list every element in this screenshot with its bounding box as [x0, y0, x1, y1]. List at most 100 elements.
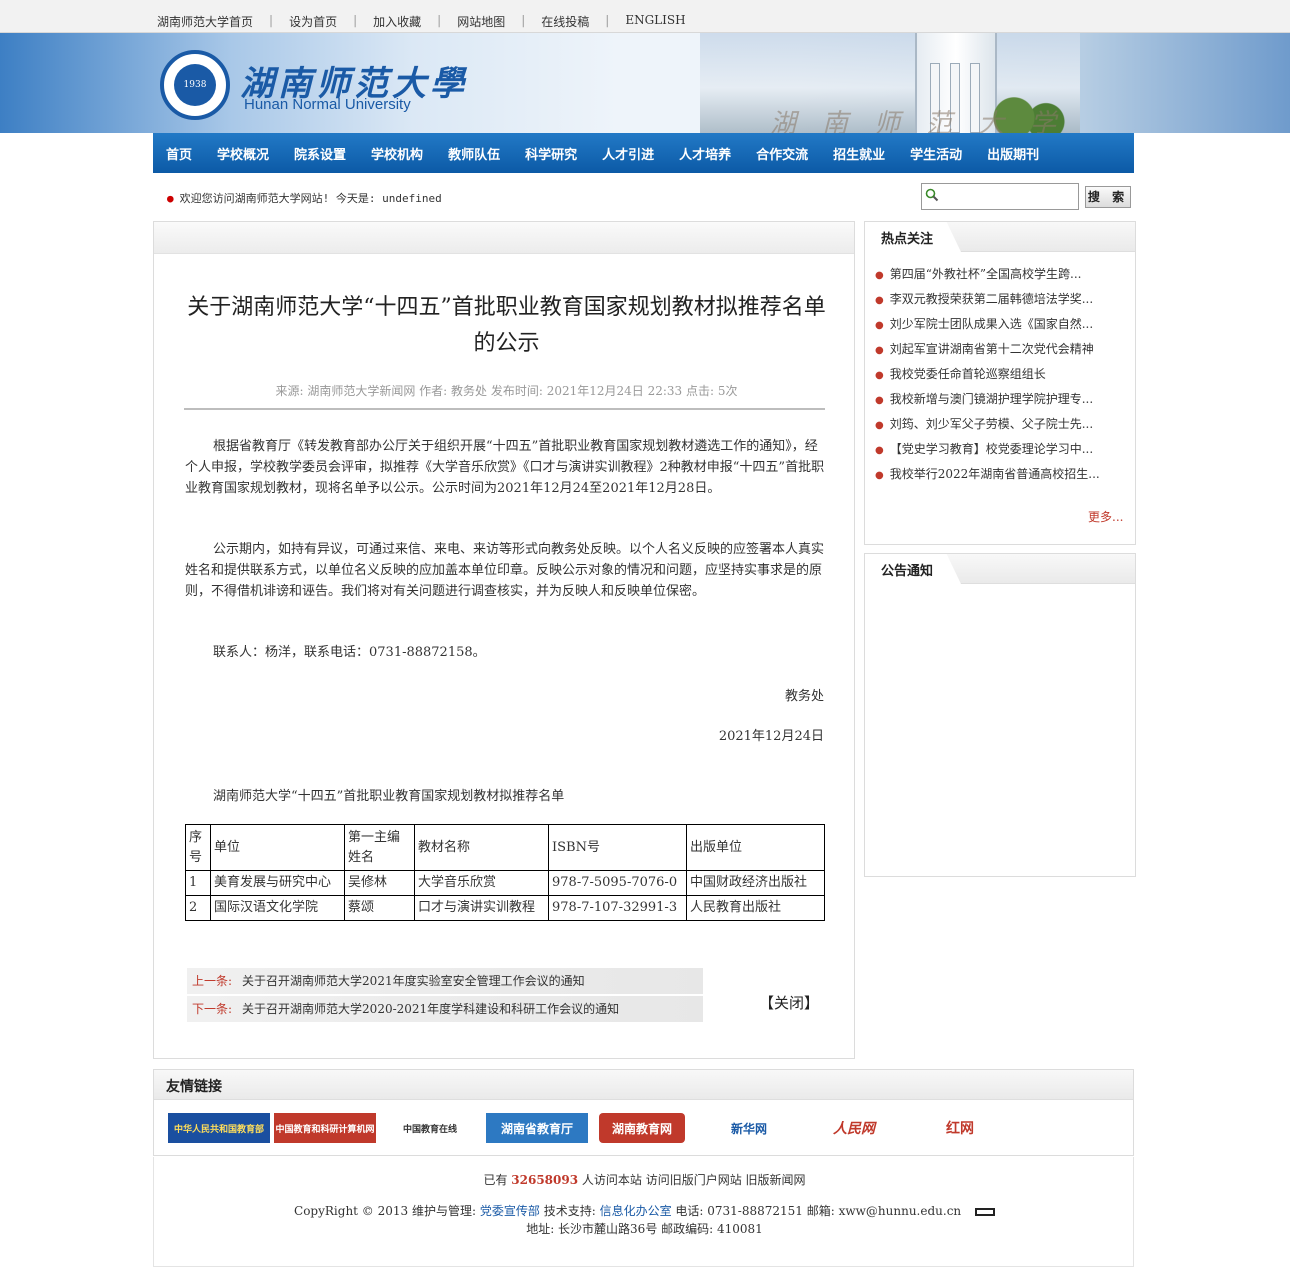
- nav-item-admission[interactable]: 招生就业: [820, 144, 885, 163]
- article-contact: 联系人：杨洋，联系电话：0731-88872158。: [213, 645, 486, 660]
- table-header-cell: ISBN号: [548, 824, 687, 871]
- link-people-logo[interactable]: 人民网: [809, 1113, 899, 1143]
- bullet-icon: ●: [875, 395, 884, 406]
- bullet-icon: ●: [875, 420, 884, 431]
- link-moe-logo[interactable]: 中华人民共和国教育部: [168, 1113, 270, 1143]
- top-link-home[interactable]: 湖南师范大学首页: [157, 13, 253, 30]
- list-item[interactable]: ● 刘少军院士团队成果入选《国家自然...: [875, 315, 1093, 332]
- bullet-icon: ●: [875, 470, 884, 481]
- table-cell: 国际汉语文化学院: [210, 895, 345, 921]
- table-title: 湖南师范大学“十四五”首批职业教育国家规划教材拟推荐名单: [213, 789, 565, 804]
- search-button[interactable]: 搜 索: [1085, 186, 1131, 208]
- prev-article-link[interactable]: 上一条: 关于召开湖南师范大学2021年度实验室安全管理工作会议的通知: [187, 968, 703, 994]
- search-input[interactable]: [921, 183, 1079, 210]
- nav-item-journals[interactable]: 出版期刊: [974, 144, 1039, 163]
- nav-item-student-activities[interactable]: 学生活动: [897, 144, 962, 163]
- list-item[interactable]: ● 【党史学习教育】校党委理论学习中...: [875, 440, 1093, 457]
- maintainer-link[interactable]: 党委宣传部: [480, 1204, 540, 1218]
- footer: 已有 32658093 人访问本站 访问旧版门户网站 旧版新闻网 CopyRig…: [153, 1157, 1134, 1267]
- article-meta: 来源: 湖南师范大学新闻网 作者: 教务处 发布时间: 2021年12月24日 …: [275, 384, 738, 398]
- bullet-icon: ●: [875, 320, 884, 331]
- top-link-set-home[interactable]: 设为首页: [289, 13, 337, 30]
- table-row: 1 美育发展与研究中心 吴修林 大学音乐欣赏 978-7-5095-7076-0…: [185, 870, 825, 896]
- top-link-submit[interactable]: 在线投稿: [541, 13, 589, 30]
- table-cell: 2: [185, 895, 211, 921]
- table-cell: 中国财政经济出版社: [686, 870, 825, 896]
- list-item[interactable]: ● 我校党委任命首轮巡察组组长: [875, 365, 1046, 382]
- table-cell: 1: [185, 870, 211, 896]
- copyright-line: CopyRight © 2013 维护与管理: 党委宣传部 技术支持: 信息化办…: [154, 1202, 1135, 1219]
- list-item[interactable]: ● 我校新增与澳门镜湖护理学院护理专...: [875, 390, 1093, 407]
- bullet-icon: ●: [875, 445, 884, 456]
- link-rednet-logo[interactable]: 红网: [916, 1113, 1004, 1143]
- table-cell: 口才与演讲实训教程: [414, 895, 549, 921]
- address-line: 地址: 长沙市麓山路36号 邮政编码: 410081: [526, 1222, 763, 1236]
- bullet-icon: ●: [875, 295, 884, 306]
- logo-english-name: Hunan Normal University: [244, 96, 411, 113]
- nav-item-home[interactable]: 首页: [153, 144, 192, 163]
- notices-title: 公告通知: [865, 554, 961, 584]
- friend-links-title: 友情链接: [154, 1070, 1133, 1100]
- tech-support-link[interactable]: 信息化办公室: [600, 1204, 672, 1218]
- top-links: 湖南师范大学首页 | 设为首页 | 加入收藏 | 网站地图 | 在线投稿 | E…: [157, 13, 686, 30]
- more-link[interactable]: 更多...: [1088, 508, 1123, 525]
- email-icon: [974, 1207, 995, 1216]
- close-button[interactable]: 【关闭】: [759, 992, 819, 1013]
- next-article-link[interactable]: 下一条: 关于召开湖南师范大学2020-2021年度学科建设和科研工作会议的通知: [187, 996, 703, 1022]
- nav-item-organizations[interactable]: 学校机构: [358, 144, 423, 163]
- top-bar: 湖南师范大学首页 | 设为首页 | 加入收藏 | 网站地图 | 在线投稿 | E…: [0, 0, 1290, 33]
- table-header-cell: 教材名称: [414, 824, 549, 871]
- table-header-cell: 第一主编姓名: [344, 824, 415, 871]
- bullet-icon: ●: [875, 270, 884, 281]
- university-seal-logo[interactable]: 1938: [160, 50, 230, 120]
- divider: [184, 408, 825, 410]
- nav-item-talent-recruit[interactable]: 人才引进: [589, 144, 654, 163]
- table-cell: 蔡颂: [344, 895, 415, 921]
- list-item[interactable]: ● 刘起军宣讲湖南省第十二次党代会精神: [875, 340, 1094, 357]
- table-cell: 978-7-107-32991-3: [548, 895, 687, 921]
- table-header-cell: 单位: [210, 824, 345, 871]
- table-cell: 978-7-5095-7076-0: [548, 870, 687, 896]
- article-signer: 教务处: [784, 689, 824, 704]
- table-cell: 大学音乐欣赏: [414, 870, 549, 896]
- visit-counter: 已有 32658093 人访问本站 访问旧版门户网站 旧版新闻网: [483, 1173, 806, 1187]
- nav-item-faculty[interactable]: 教师队伍: [435, 144, 500, 163]
- top-link-sitemap[interactable]: 网站地图: [457, 13, 505, 30]
- hot-topics-panel: 热点关注 ● 第四届“外教社杯”全国高校学生跨... ● 李双元教授荣获第二届韩德培…: [864, 221, 1136, 545]
- nav-item-cooperation[interactable]: 合作交流: [743, 144, 808, 163]
- table-header-cell: 序号: [185, 824, 211, 871]
- link-cernet-logo[interactable]: 中国教育和科研计算机网: [274, 1113, 376, 1143]
- table-cell: 人民教育出版社: [686, 895, 825, 921]
- article-title: 关于湖南师范大学“十四五”首批职业教育国家规划教材拟推荐名单的公示: [187, 295, 826, 356]
- link-hunan-edu-dept-logo[interactable]: 湖南省教育厅: [486, 1113, 588, 1143]
- notices-panel: 公告通知: [864, 553, 1136, 877]
- nav-item-research[interactable]: 科学研究: [512, 144, 577, 163]
- nav-item-talent-training[interactable]: 人才培养: [666, 144, 731, 163]
- list-item[interactable]: ● 第四届“外教社杯”全国高校学生跨...: [875, 265, 1081, 282]
- link-eol-logo[interactable]: 中国教育在线: [382, 1113, 478, 1143]
- article-paragraph-2: 公示期内，如持有异议，可通过来信、来电、来访等形式向教务处反映。以个人名义反映的…: [185, 542, 825, 599]
- table-header-cell: 出版单位: [686, 824, 825, 871]
- bullet-icon: ●: [875, 370, 884, 381]
- list-item[interactable]: ● 我校举行2022年湖南省普通高校招生...: [875, 465, 1100, 482]
- link-hunan-edu-net-logo[interactable]: 湖南教育网: [599, 1113, 685, 1143]
- list-item[interactable]: ● 刘筠、刘少军父子劳模、父子院士先...: [875, 415, 1093, 432]
- list-item[interactable]: ● 李双元教授荣获第二届韩德培法学奖...: [875, 290, 1093, 307]
- nav-item-overview[interactable]: 学校概况: [204, 144, 269, 163]
- gate-inscription: 湖南师范大学: [770, 109, 1083, 133]
- nav-item-departments[interactable]: 院系设置: [281, 144, 346, 163]
- bullet-icon: ●: [875, 345, 884, 356]
- visit-count: 32658093: [511, 1173, 579, 1187]
- recommendation-table: 序号 单位 第一主编姓名 教材名称 ISBN号 出版单位 1 美育发展与研究中心…: [185, 824, 825, 921]
- top-link-english[interactable]: ENGLISH: [625, 13, 685, 30]
- article-date: 2021年12月24日: [718, 729, 824, 744]
- bullet-icon: ●: [167, 192, 174, 205]
- link-xinhua-logo[interactable]: 新华网: [709, 1113, 789, 1143]
- table-row: 2 国际汉语文化学院 蔡颂 口才与演讲实训教程 978-7-107-32991-…: [185, 895, 825, 921]
- top-link-favorite[interactable]: 加入收藏: [373, 13, 421, 30]
- friend-links-panel: 友情链接 中华人民共和国教育部 中国教育和科研计算机网 中国教育在线 湖南省教育…: [153, 1069, 1134, 1156]
- search-icon: [925, 188, 939, 202]
- table-header-row: 序号 单位 第一主编姓名 教材名称 ISBN号 出版单位: [185, 824, 825, 871]
- welcome-message: ● 欢迎您访问湖南师范大学网站! 今天是: undefined: [167, 192, 442, 205]
- article-panel: 关于湖南师范大学“十四五”首批职业教育国家规划教材拟推荐名单的公示 来源: 湖南…: [153, 221, 855, 1059]
